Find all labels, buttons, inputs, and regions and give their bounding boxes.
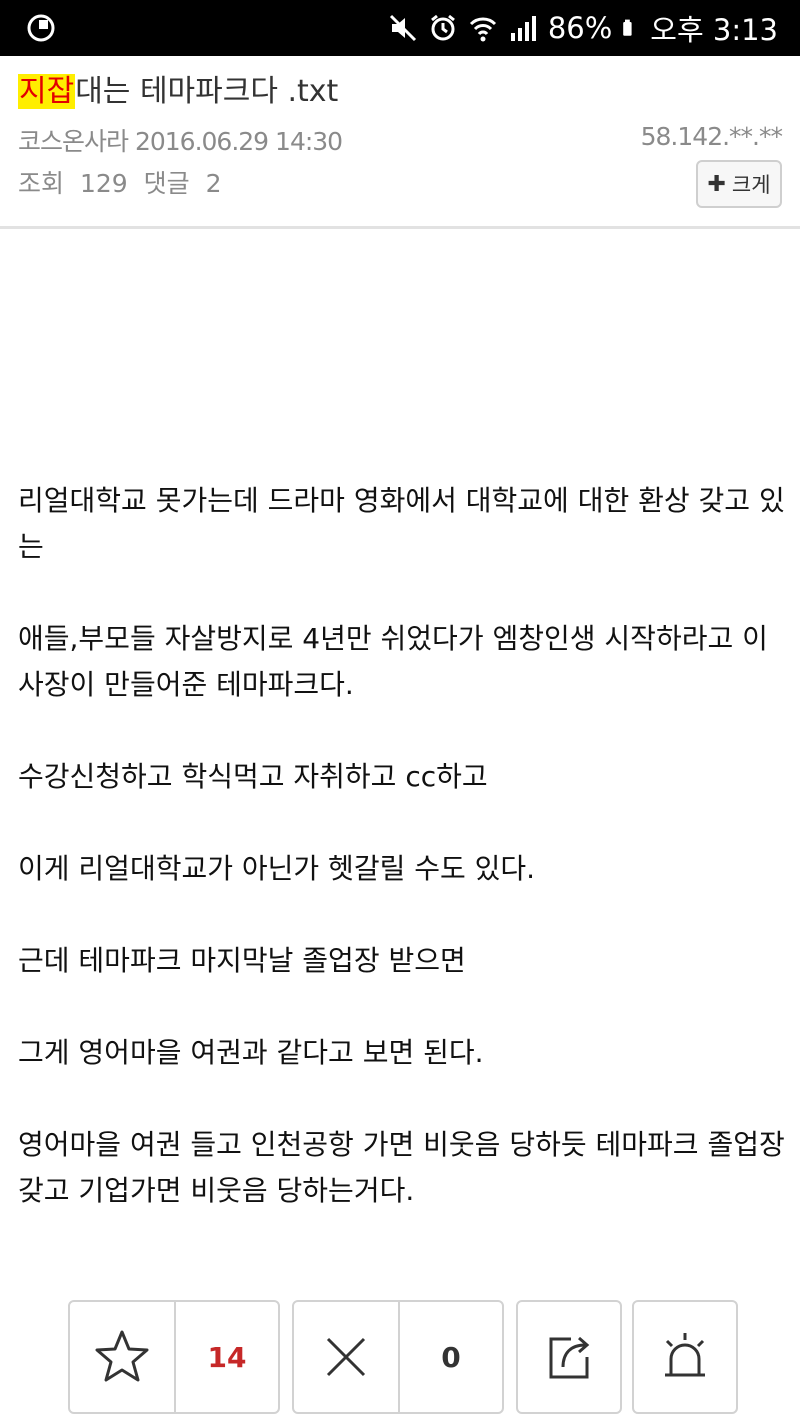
action-bar: 14 0 [0,1300,800,1422]
post-stats: 조회 129 댓글 2 [18,164,230,200]
dislike-count: 0 [441,1340,461,1374]
dislike-button[interactable] [294,1302,398,1412]
post-body: 리얼대학교 못가는데 드라마 영화에서 대학교에 대한 환상 갖고 있는 애들,… [18,478,788,1260]
mute-icon [389,14,416,42]
paragraph: 그게 영어마을 여권과 같다고 보면 된다. [18,1036,484,1069]
like-count-cell: 14 [174,1302,278,1412]
clock: 오후 3:13 [650,13,778,47]
alarm-icon [430,14,455,41]
post-title: 지잡대는 테마파크다 .txt [18,66,338,110]
paragraph: 영어마을 여권 들고 인천공항 가면 비웃음 당하듯 테마파크 졸업장 갖고 기… [18,1128,785,1207]
share-button[interactable] [518,1302,620,1412]
report-group [632,1300,738,1414]
paragraph: 이게 리얼대학교가 아닌가 헷갈릴 수도 있다. [18,852,536,885]
like-count: 14 [207,1340,247,1374]
dislike-count-cell: 0 [398,1302,502,1412]
signal-icon [510,16,536,41]
author-date: 코스온사라 2016.06.29 14:30 [18,127,343,156]
header-divider [0,226,800,229]
status-bar: 86% 오후 3:13 [0,0,800,56]
wifi-icon [469,17,496,42]
star-icon [95,1330,149,1382]
views-count: 129 [79,169,128,198]
author-ip: 58.142.**.** [640,122,783,151]
share-group [516,1300,622,1414]
comments-label: 댓글 [143,169,190,198]
paragraph: 리얼대학교 못가는데 드라마 영화에서 대학교에 대한 환상 갖고 있는 [18,484,785,563]
siren-icon [665,1333,705,1377]
comments-count: 2 [205,169,222,198]
font-bigger-label: 크게 [731,173,771,197]
like-group: 14 [68,1300,280,1414]
battery-percent: 86% [547,11,613,45]
x-icon [326,1337,366,1377]
like-button[interactable] [70,1302,174,1412]
plus-icon: ✚ [707,171,726,197]
paragraph: 애들,부모들 자살방지로 4년만 쉬었다가 엠창인생 시작하라고 이사장이 만들… [18,622,768,701]
dislike-group: 0 [292,1300,504,1414]
paragraph: 수강신청하고 학식먹고 자취하고 cc하고 [18,760,488,793]
title-highlight: 지잡 [18,74,76,109]
battery-icon [623,19,632,36]
font-bigger-button[interactable]: ✚ 크게 [696,160,782,208]
title-text: 대는 테마파크다 .txt [75,74,339,109]
share-icon [549,1336,590,1379]
paragraph: 근데 테마파크 마지막날 졸업장 받으면 [18,944,466,977]
report-button[interactable] [634,1302,736,1412]
views-label: 조회 [18,169,65,198]
app-icon [27,14,55,42]
